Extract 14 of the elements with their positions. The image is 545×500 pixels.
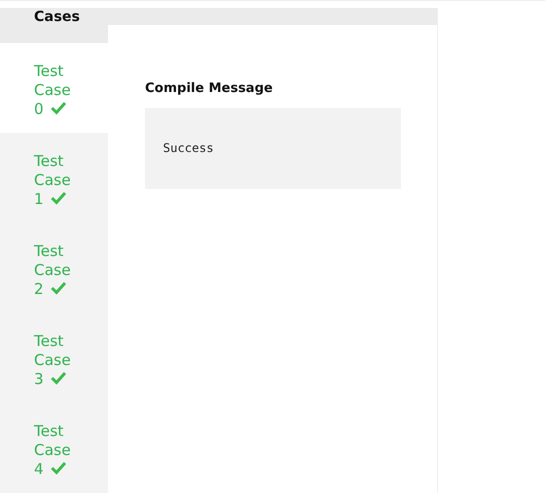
check-icon — [50, 280, 67, 295]
compile-message-output: Success — [145, 108, 401, 189]
test-case-label: Test Case 4 — [34, 422, 72, 479]
check-icon — [50, 100, 67, 115]
sidebar-title: Cases — [34, 8, 80, 26]
test-case-label: Test Case 2 — [34, 242, 72, 299]
check-icon — [50, 190, 67, 205]
test-case-label: Test Case 0 — [34, 62, 72, 119]
test-case-label: Test Case 3 — [34, 332, 72, 389]
section-heading: Compile Message — [145, 81, 274, 96]
check-icon — [50, 370, 67, 385]
test-case-tab[interactable]: Test Case 0 — [0, 42, 108, 133]
test-case-label: Test Case 1 — [34, 152, 72, 209]
check-icon — [50, 460, 67, 475]
